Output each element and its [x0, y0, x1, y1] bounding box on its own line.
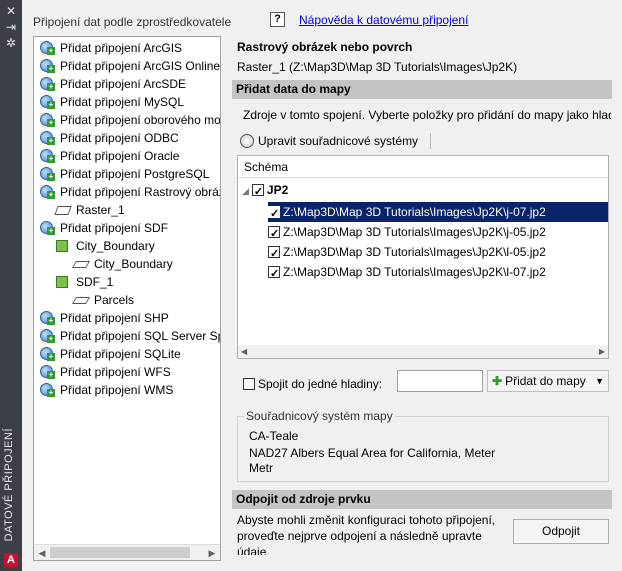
root-checkbox[interactable] — [251, 182, 264, 202]
schema-file-row[interactable]: Z:\Map3D\Map 3D Tutorials\Images\Jp2K\l-… — [268, 242, 546, 264]
globe-add-icon: + — [40, 131, 55, 145]
sdf-icon — [56, 240, 68, 252]
globe-add-icon: + — [40, 221, 55, 235]
add-layer-icon: ✚ — [492, 374, 503, 388]
disconnect-button[interactable]: Odpojit — [513, 519, 609, 544]
globe-icon — [240, 134, 254, 148]
help-icon[interactable]: ? — [270, 12, 285, 27]
file-checkbox[interactable] — [268, 204, 280, 224]
schema-list[interactable]: Schéma ◢JP2 Z:\Map3D\Map 3D Tutorials\Im… — [237, 155, 609, 359]
globe-add-icon: + — [40, 311, 55, 325]
disconnect-section-bar: Odpojit od zdroje prvku — [232, 490, 612, 509]
globe-add-icon: + — [40, 41, 55, 55]
schema-file-row[interactable]: Z:\Map3D\Map 3D Tutorials\Images\Jp2K\l-… — [268, 262, 546, 284]
globe-add-icon: + — [40, 185, 55, 199]
globe-add-icon: + — [40, 365, 55, 379]
file-checkbox[interactable] — [268, 264, 280, 284]
autohide-icon[interactable]: ⇥ — [0, 20, 22, 34]
edit-coordinate-systems-button[interactable]: Upravit souřadnicové systémy — [240, 131, 418, 151]
merge-checkbox[interactable] — [243, 378, 255, 390]
add-to-map-button[interactable]: ✚ Přidat do mapy ▼ — [487, 370, 609, 392]
globe-add-icon: + — [40, 347, 55, 361]
map-coordinate-system-legend: Souřadnicový systém mapy — [244, 409, 395, 423]
palette-title: DATOVÉ PŘIPOJENÍ — [3, 427, 15, 541]
schema-horizontal-scrollbar[interactable]: ◀ ▶ — [238, 345, 608, 358]
feature-class-icon — [71, 297, 91, 304]
globe-add-icon: + — [40, 329, 55, 343]
chevron-down-icon[interactable]: ▼ — [595, 371, 604, 391]
scroll-right-icon[interactable]: ▶ — [205, 546, 219, 560]
autocad-logo-icon: A — [4, 553, 18, 567]
sdf-icon — [56, 276, 68, 288]
scroll-left-icon[interactable]: ◀ — [241, 345, 247, 358]
close-icon[interactable]: ✕ — [0, 4, 22, 18]
globe-add-icon: + — [40, 383, 55, 397]
provider-list-label: Připojení dat podle zprostředkovatele — [33, 15, 232, 29]
source-title: Rastrový obrázek nebo povrch — [237, 40, 413, 54]
cs-unit: Metr — [249, 461, 273, 475]
source-path: Raster_1 (Z:\Map3D\Map 3D Tutorials\Imag… — [237, 60, 518, 74]
raster-icon — [54, 206, 72, 215]
cs-code: CA-Teale — [249, 429, 299, 443]
scroll-left-icon[interactable]: ◀ — [35, 546, 49, 560]
provider-tree[interactable]: + Přidat připojení ArcGIS + Přidat připo… — [33, 36, 221, 561]
globe-add-icon: + — [40, 149, 55, 163]
schema-file-row[interactable]: Z:\Map3D\Map 3D Tutorials\Images\Jp2K\j-… — [268, 222, 546, 244]
feature-class-icon — [71, 261, 91, 268]
add-data-instructions: Zdroje v tomto spojení. Vyberte položky … — [243, 108, 611, 122]
help-link[interactable]: Nápověda k datovému připojení — [299, 13, 468, 27]
globe-add-icon: + — [40, 95, 55, 109]
tree-horizontal-scrollbar[interactable]: ◀ ▶ — [34, 544, 220, 560]
globe-add-icon: + — [40, 167, 55, 181]
toolbar-separator — [430, 133, 431, 149]
properties-icon[interactable]: ✲ — [0, 36, 22, 50]
expand-arrow-icon[interactable]: ◢ — [242, 186, 249, 196]
merge-layer-option[interactable]: Spojit do jedné hladiny: — [243, 374, 382, 394]
globe-add-icon: + — [40, 59, 55, 73]
cs-description: NAD27 Albers Equal Area for California, … — [249, 446, 496, 460]
schema-file-row-selected[interactable]: Z:\Map3D\Map 3D Tutorials\Images\Jp2K\j-… — [268, 202, 608, 224]
file-checkbox[interactable] — [268, 224, 280, 244]
merge-layer-name-input[interactable] — [397, 370, 483, 392]
scroll-right-icon[interactable]: ▶ — [599, 345, 605, 358]
add-data-section-bar: Přidat data do mapy — [232, 80, 612, 99]
scroll-thumb[interactable] — [50, 547, 190, 558]
disconnect-text: Abyste mohli změnit konfiguraci tohoto p… — [237, 513, 496, 555]
schema-column-header: Schéma — [238, 156, 608, 178]
palette-title-strip: ✕ ⇥ ✲ DATOVÉ PŘIPOJENÍ A — [0, 0, 22, 571]
globe-add-icon: + — [40, 77, 55, 91]
file-checkbox[interactable] — [268, 244, 280, 264]
globe-add-icon: + — [40, 113, 55, 127]
schema-root-row[interactable]: ◢JP2 — [242, 180, 288, 202]
